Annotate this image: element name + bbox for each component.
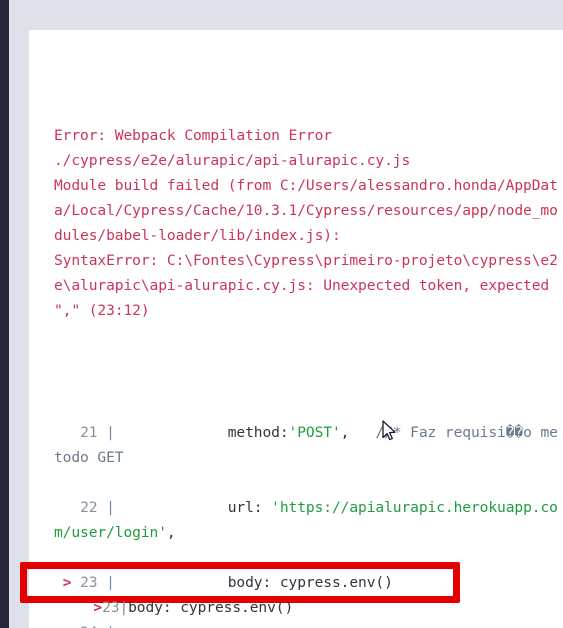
code-token-plain: url: [123,499,272,516]
highlighted-line-pipe: | [119,599,129,616]
code-line-number: 22 [80,499,98,516]
panel-top-strip [29,0,563,30]
code-line-marker [54,424,80,441]
code-line: 21 | method:'POST', //* Faz requisi��o m… [54,420,561,470]
panel-left-gutter [9,0,29,628]
app-left-rail [0,0,9,628]
highlighted-line-code: body: cypress.env() [128,599,294,616]
error-output-panel[interactable]: Error: Webpack Compilation Error ./cypre… [29,30,563,628]
highlighted-line-number: 23 [102,599,120,616]
code-line-marker [54,624,80,628]
code-token-str: 'POST' [288,424,341,441]
error-body: Error: Webpack Compilation Error ./cypre… [29,30,563,628]
code-line-pipe: | [97,624,123,628]
code-line-pipe: | [97,424,124,441]
error-message-text: Error: Webpack Compilation Error ./cypre… [54,127,558,319]
code-line-marker [54,499,80,516]
code-token-plain: , [166,524,176,541]
code-line: 22 | url: 'https://apialurapic.herokuapp… [54,495,561,545]
code-line: 24 | [54,620,561,628]
code-token-plain: method: [123,424,289,441]
code-line-number: 24 [80,624,97,628]
error-line-marker: > [93,599,103,616]
code-line-pipe: | [97,499,124,516]
code-line-number: 21 [80,424,98,441]
highlighted-code-line: >23|body: cypress.env() [76,570,293,620]
